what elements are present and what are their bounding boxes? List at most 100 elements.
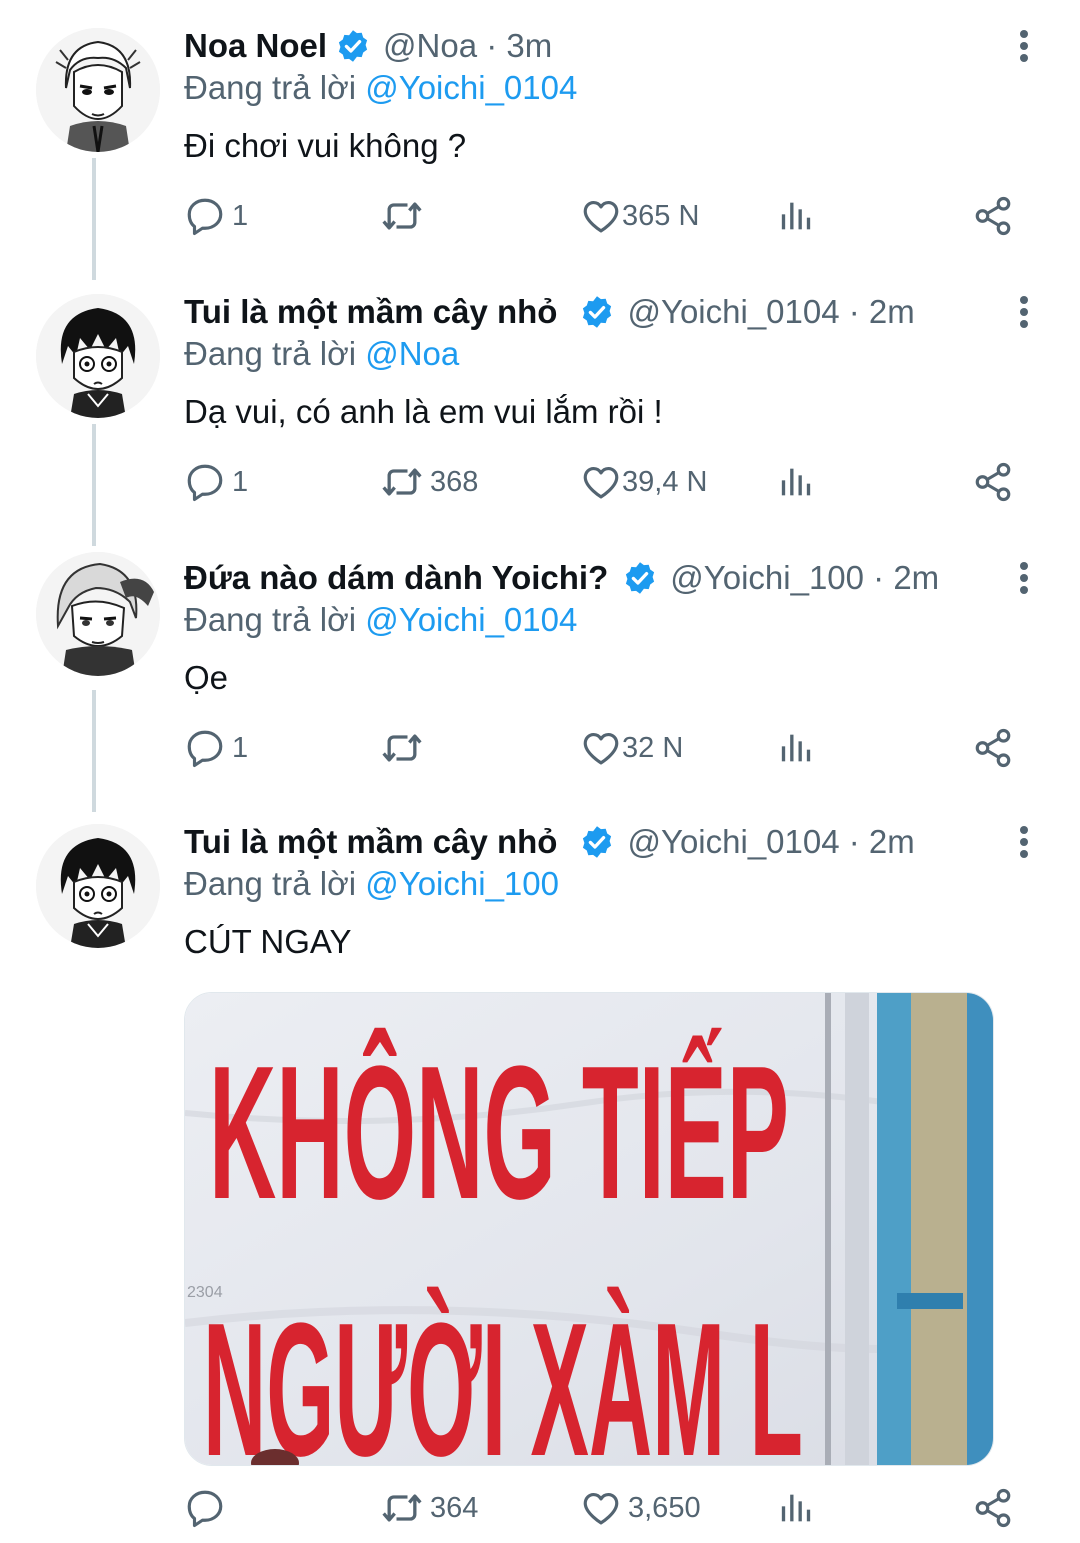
- reply-count: 1: [232, 465, 249, 498]
- share-button[interactable]: [972, 1486, 1014, 1530]
- more-options-icon[interactable]: [1012, 822, 1036, 862]
- more-options-icon[interactable]: [1012, 558, 1036, 598]
- reply-mention[interactable]: @Noa: [365, 335, 459, 372]
- reply-button[interactable]: 1: [184, 194, 248, 238]
- heart-icon: [580, 461, 622, 503]
- share-button[interactable]: [972, 194, 1014, 238]
- tweet-text: Ọe: [184, 659, 229, 696]
- like-count: 32 N: [622, 731, 684, 764]
- share-icon: [972, 1487, 1014, 1529]
- more-options-icon[interactable]: [1012, 26, 1036, 66]
- tweet-header: Tui là một mầm cây nhỏ @Yoichi_0104 · 2m: [184, 292, 915, 332]
- share-icon: [972, 195, 1014, 237]
- retweet-icon: [380, 726, 424, 770]
- reply-icon: [184, 1487, 226, 1529]
- reply-mention[interactable]: @Yoichi_100: [365, 865, 559, 902]
- retweet-button[interactable]: 364: [380, 1486, 478, 1530]
- avatar[interactable]: [36, 552, 160, 676]
- retweet-count: 364: [430, 1491, 479, 1524]
- views-icon: [776, 1488, 816, 1528]
- views-icon: [776, 196, 816, 236]
- verified-badge-icon: [335, 28, 371, 64]
- display-name[interactable]: Đứa nào dám dành Yoichi?: [184, 558, 608, 598]
- reply-context: Đang trả lời @Yoichi_100: [184, 864, 559, 904]
- reply-prefix: Đang trả lời: [184, 865, 357, 902]
- display-name[interactable]: Noa Noel: [184, 26, 327, 66]
- retweet-icon: [380, 1486, 424, 1530]
- handle-time[interactable]: @Yoichi_0104 · 2m: [627, 822, 914, 862]
- sign-line-1: KHÔNG TIẾP: [209, 1027, 789, 1239]
- tweet-header: Tui là một mầm cây nhỏ @Yoichi_0104 · 2m: [184, 822, 915, 862]
- retweet-button[interactable]: [380, 194, 430, 238]
- retweet-button[interactable]: 368: [380, 460, 478, 504]
- reply-context: Đang trả lời @Yoichi_0104: [184, 68, 577, 108]
- avatar[interactable]: [36, 28, 160, 152]
- sign-photo: KHÔNG TIẾP NGƯỜI XÀM L 2304: [185, 993, 993, 1465]
- like-count: 365 N: [622, 199, 700, 232]
- reply-icon: [184, 727, 226, 769]
- retweet-count: 368: [430, 465, 479, 498]
- like-count: 3,650: [628, 1491, 701, 1524]
- action-bar: 364 3,650: [184, 1486, 1024, 1530]
- reply-prefix: Đang trả lời: [184, 601, 357, 638]
- share-button[interactable]: [972, 460, 1014, 504]
- share-icon: [972, 727, 1014, 769]
- views-button[interactable]: [776, 1486, 816, 1530]
- action-bar: 1 32 N: [184, 726, 1024, 770]
- attached-image[interactable]: KHÔNG TIẾP NGƯỜI XÀM L 2304: [184, 992, 994, 1466]
- like-button[interactable]: 365 N: [580, 194, 699, 238]
- tweet-text: Đi chơi vui không ?: [184, 127, 467, 164]
- retweet-button[interactable]: [380, 726, 430, 770]
- display-name[interactable]: Tui là một mầm cây nhỏ: [184, 292, 557, 332]
- views-button[interactable]: [776, 194, 816, 238]
- tweet-text: CÚT NGAY: [184, 923, 352, 960]
- display-name[interactable]: Tui là một mầm cây nhỏ: [184, 822, 557, 862]
- views-icon: [776, 728, 816, 768]
- tweet-text: Dạ vui, có anh là em vui lắm rồi !: [184, 393, 663, 430]
- action-bar: 1 368 39,4 N: [184, 460, 1024, 504]
- tweet-header: Noa Noel @Noa · 3m: [184, 26, 552, 66]
- reply-icon: [184, 195, 226, 237]
- reply-mention[interactable]: @Yoichi_0104: [365, 69, 577, 106]
- avatar[interactable]: [36, 294, 160, 418]
- tweet[interactable]: Tui là một mầm cây nhỏ @Yoichi_0104 · 2m…: [0, 796, 1080, 1543]
- verified-badge-icon: [579, 294, 615, 330]
- reply-prefix: Đang trả lời: [184, 335, 357, 372]
- like-button[interactable]: 32 N: [580, 726, 683, 770]
- share-icon: [972, 461, 1014, 503]
- reply-button[interactable]: [184, 1486, 232, 1530]
- heart-icon: [580, 727, 622, 769]
- retweet-icon: [380, 194, 424, 238]
- reply-icon: [184, 461, 226, 503]
- handle-time[interactable]: @Noa · 3m: [383, 26, 552, 66]
- heart-icon: [580, 195, 622, 237]
- sign-line-2: NGƯỜI XÀM L: [203, 1284, 803, 1465]
- verified-badge-icon: [579, 824, 615, 860]
- more-options-icon[interactable]: [1012, 292, 1036, 332]
- handle-time[interactable]: @Yoichi_0104 · 2m: [627, 292, 914, 332]
- verified-badge-icon: [622, 560, 658, 596]
- share-button[interactable]: [972, 726, 1014, 770]
- reply-button[interactable]: 1: [184, 460, 248, 504]
- reply-button[interactable]: 1: [184, 726, 248, 770]
- avatar[interactable]: [36, 824, 160, 948]
- reply-mention[interactable]: @Yoichi_0104: [365, 601, 577, 638]
- retweet-icon: [380, 460, 424, 504]
- tweet-header: Đứa nào dám dành Yoichi? @Yoichi_100 · 2…: [184, 558, 939, 598]
- tweet[interactable]: Tui là một mầm cây nhỏ @Yoichi_0104 · 2m…: [0, 266, 1080, 532]
- views-icon: [776, 462, 816, 502]
- reply-count: 1: [232, 199, 249, 232]
- handle-time[interactable]: @Yoichi_100 · 2m: [670, 558, 939, 598]
- views-button[interactable]: [776, 460, 816, 504]
- reply-context: Đang trả lời @Yoichi_0104: [184, 600, 577, 640]
- like-button[interactable]: 39,4 N: [580, 460, 707, 504]
- tweet[interactable]: Đứa nào dám dành Yoichi? @Yoichi_100 · 2…: [0, 532, 1080, 798]
- photo-corner-mark: 2304: [187, 1284, 223, 1301]
- views-button[interactable]: [776, 726, 816, 770]
- action-bar: 1 365 N: [184, 194, 1024, 238]
- reply-context: Đang trả lời @Noa: [184, 334, 459, 374]
- like-count: 39,4 N: [622, 465, 708, 498]
- heart-icon: [580, 1487, 622, 1529]
- tweet[interactable]: Noa Noel @Noa · 3m Đang trả lời @Yoichi_…: [0, 0, 1080, 270]
- like-button[interactable]: 3,650: [580, 1486, 701, 1530]
